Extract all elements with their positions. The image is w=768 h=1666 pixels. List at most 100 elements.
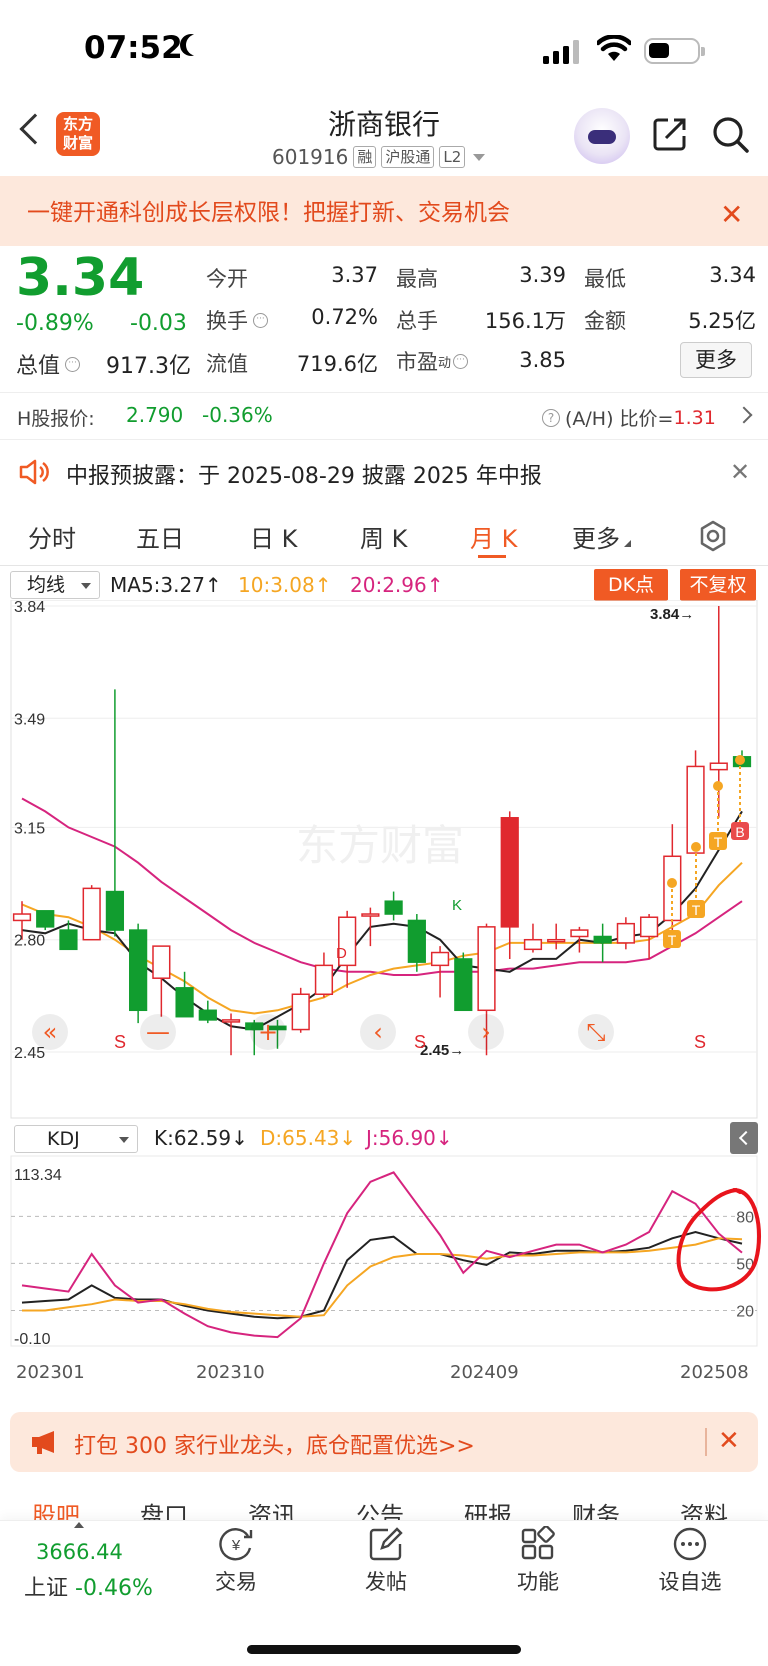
dropdown-caret-icon xyxy=(81,583,91,589)
caret-icon xyxy=(624,540,631,547)
next-icon[interactable]: › xyxy=(481,1018,491,1046)
sell-marker: S xyxy=(114,1032,126,1052)
candle-body xyxy=(105,890,125,931)
sell-marker: S xyxy=(694,1032,706,1052)
ad-close-icon[interactable]: ✕ xyxy=(718,1426,740,1456)
promo-text[interactable]: 一键开通科创成长层权限！把握打新、交易机会 xyxy=(27,193,510,227)
rewind-icon[interactable]: « xyxy=(43,1018,58,1046)
candle-body xyxy=(593,935,612,944)
y-tick-label: 2.80 xyxy=(14,933,45,950)
caret-up-icon xyxy=(74,1522,84,1528)
tab-intraday[interactable]: 分时 xyxy=(28,519,76,554)
tag-connect: 沪股通 xyxy=(381,146,435,168)
kdj-k-line xyxy=(21,1230,743,1320)
ma-selector[interactable]: 均线 xyxy=(10,571,100,599)
nav-functions[interactable]: 功能 xyxy=(488,1526,588,1596)
kdj-j-line xyxy=(21,1171,743,1339)
share-icon[interactable] xyxy=(652,116,688,152)
zoom-out-icon[interactable]: — xyxy=(146,1018,170,1046)
candle-body xyxy=(59,929,78,951)
y-tick-label: 3.84 xyxy=(14,600,45,616)
candle-body xyxy=(523,938,543,951)
info-icon[interactable]: ··· xyxy=(453,353,469,369)
candle-body xyxy=(477,926,496,1012)
stock-subtitle[interactable]: 601916 融 沪股通 L2 xyxy=(272,145,486,169)
candle-body xyxy=(547,938,566,943)
x-tick-label: 202409 xyxy=(450,1362,519,1383)
prev-icon[interactable]: ‹ xyxy=(373,1018,383,1046)
red-circle-annotation xyxy=(676,1187,761,1292)
candle-body xyxy=(500,817,519,928)
search-icon[interactable] xyxy=(712,116,750,154)
marker-dot xyxy=(691,842,701,852)
float-cap-value: 719.6亿 xyxy=(296,352,378,376)
ah-ratio[interactable]: ? (A/H) 比价= 1.31 xyxy=(542,404,716,431)
pe-dynamic-sup: 动 xyxy=(438,355,452,371)
turnover-label: 换手 ··· xyxy=(206,305,268,335)
active-tab-indicator xyxy=(478,555,506,558)
battery-icon xyxy=(644,38,705,64)
k-marker: K xyxy=(452,897,462,914)
high-label: 3.84→ xyxy=(650,606,694,623)
candle-body xyxy=(36,910,55,928)
hshare-price: 2.790 xyxy=(126,403,184,427)
kdj-y-tick-right: 20 xyxy=(736,1303,754,1320)
more-button[interactable]: 更多 xyxy=(680,342,752,378)
marker-dot xyxy=(667,878,677,888)
kline-chart[interactable]: 东方财富 3.843.493.152.802.45 3.84→2.45→S S SD… xyxy=(0,600,768,1120)
kdj-y-tick: 113.34 xyxy=(14,1167,62,1184)
pe-label-text: 市盈 xyxy=(396,350,438,374)
tab-weekly[interactable]: 周 K xyxy=(360,519,407,554)
help-icon[interactable]: ? xyxy=(542,408,560,427)
gear-icon[interactable] xyxy=(697,520,729,552)
tab-more[interactable]: 更多 xyxy=(572,519,631,554)
candle-body xyxy=(361,913,380,917)
turnover-value: 0.72% xyxy=(311,305,378,329)
x-tick-label: 202508 xyxy=(680,1362,749,1383)
ad-text[interactable]: 打包 300 家行业龙头，底仓配置优选>> xyxy=(74,1428,475,1460)
nav-watchlist-settings[interactable]: 设自选 xyxy=(640,1526,740,1596)
index-ticker[interactable]: 上证 -0.46% xyxy=(24,1570,153,1602)
info-icon[interactable]: ··· xyxy=(65,356,81,372)
volume-value: 156.1万 xyxy=(484,309,566,333)
nav-trade[interactable]: ¥ 交易 xyxy=(186,1526,286,1596)
t-marker: T xyxy=(714,834,723,850)
dk-point-button[interactable]: DK点 xyxy=(594,569,668,601)
b-marker: B xyxy=(735,824,744,840)
candle-body xyxy=(709,762,728,771)
no-adjust-button[interactable]: 不复权 xyxy=(680,569,756,601)
tab-5day[interactable]: 五日 xyxy=(136,519,184,554)
candle-body xyxy=(221,1019,241,1023)
trade-icon: ¥ xyxy=(219,1528,253,1561)
zoom-in-icon[interactable]: + xyxy=(258,1018,278,1046)
hshare-change: -0.36% xyxy=(202,403,273,427)
candle-body xyxy=(314,964,334,995)
high-label: 最高 xyxy=(396,267,438,291)
nav-functions-label: 功能 xyxy=(517,1570,559,1594)
info-icon[interactable]: ··· xyxy=(253,312,268,328)
open-value: 3.37 xyxy=(331,263,378,287)
d-marker: D xyxy=(336,945,347,962)
notice-text[interactable]: 中报预披露：于 2025-08-29 披露 2025 年中报 xyxy=(66,458,542,490)
nav-post[interactable]: 发帖 xyxy=(336,1526,436,1596)
expand-icon[interactable]: ⤡ xyxy=(586,1018,605,1046)
candle-body xyxy=(639,916,659,938)
ma-selector-label: 均线 xyxy=(27,574,66,596)
kdj-y-tick-right: 80 xyxy=(736,1209,754,1226)
moon-icon xyxy=(186,34,208,56)
kdj-chart[interactable]: 113.34-0.10805020 xyxy=(0,1120,768,1360)
assistant-avatar[interactable] xyxy=(574,108,630,164)
tag-margin: 融 xyxy=(353,146,377,168)
promo-close-icon[interactable]: ✕ xyxy=(720,198,743,231)
volume-label: 总手 xyxy=(396,309,438,333)
tab-monthly[interactable]: 月 K xyxy=(470,519,517,554)
amount-value: 5.25亿 xyxy=(688,309,756,333)
tab-daily[interactable]: 日 K xyxy=(250,519,297,554)
index-value[interactable]: 3666.44 xyxy=(36,1540,123,1564)
notice-close-icon[interactable]: ✕ xyxy=(730,458,750,486)
marker-dot xyxy=(713,781,723,791)
candle-body xyxy=(152,945,171,979)
nav-trade-label: 交易 xyxy=(215,1570,257,1594)
index-name: 上证 xyxy=(24,1576,69,1601)
x-tick-label: 202301 xyxy=(16,1362,85,1383)
